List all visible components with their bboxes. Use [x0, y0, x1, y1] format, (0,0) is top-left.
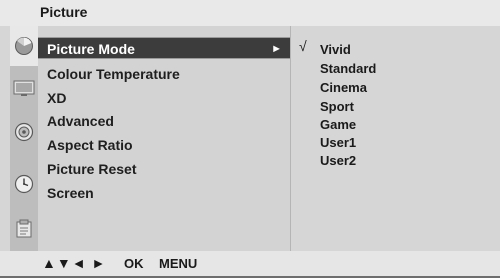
category-time[interactable] — [10, 164, 38, 204]
category-sound[interactable] — [10, 112, 38, 152]
menu-hint: MENU — [159, 256, 198, 271]
menu-item-aspect-ratio[interactable]: Aspect Ratio — [38, 134, 290, 156]
menu-item-picture-reset[interactable]: Picture Reset — [38, 158, 290, 180]
menu-item-label: Picture Reset — [47, 161, 137, 177]
navigation-arrows-icon: ▲▼◄ ► — [42, 255, 107, 271]
menu-item-picture-mode[interactable]: Picture Mode ► — [38, 37, 290, 59]
option-sport[interactable]: Sport — [320, 98, 490, 116]
ok-hint: OK — [124, 256, 144, 271]
menu-item-label: Picture Mode — [47, 41, 135, 57]
menu-item-advanced[interactable]: Advanced — [38, 110, 290, 132]
screen-icon — [13, 80, 35, 96]
menu-item-label: Colour Temperature — [47, 66, 180, 82]
option-game[interactable]: Game — [320, 116, 490, 134]
category-icon-rail — [10, 26, 38, 251]
option-vivid[interactable]: Vivid — [320, 41, 490, 59]
category-picture[interactable] — [10, 26, 38, 66]
page-title: Picture — [40, 4, 88, 20]
option-standard[interactable]: Standard — [320, 60, 490, 78]
footer-hint-bar: ▲▼◄ ► OK MENU — [0, 251, 500, 276]
option-user1[interactable]: User1 — [320, 134, 490, 152]
option-cinema[interactable]: Cinema — [320, 79, 490, 97]
picture-mode-options: √ Vivid Standard Cinema Sport Game User1… — [291, 26, 500, 251]
checkmark-icon: √ — [299, 38, 307, 54]
menu-item-label: Advanced — [47, 113, 114, 129]
menu-item-label: XD — [47, 90, 67, 106]
time-icon — [14, 174, 34, 194]
sound-icon — [14, 122, 34, 142]
menu-item-xd[interactable]: XD — [38, 87, 290, 109]
menu-item-colour-temperature[interactable]: Colour Temperature — [38, 63, 290, 85]
menu-item-label: Aspect Ratio — [47, 137, 133, 153]
category-option[interactable] — [10, 209, 38, 249]
picture-icon — [15, 37, 33, 55]
category-screen[interactable] — [10, 68, 38, 108]
tv-osd-window: Picture Picture Mode ► Colour Temperatur… — [0, 0, 500, 278]
menu-item-label: Screen — [47, 185, 94, 201]
option-user2[interactable]: User2 — [320, 152, 490, 170]
option-icon — [16, 219, 32, 238]
menu-item-screen[interactable]: Screen — [38, 182, 290, 204]
title-bar: Picture — [0, 0, 500, 26]
menu-panel: Picture Mode ► Colour Temperature XD Adv… — [38, 26, 291, 251]
submenu-arrow-icon: ► — [271, 43, 282, 55]
